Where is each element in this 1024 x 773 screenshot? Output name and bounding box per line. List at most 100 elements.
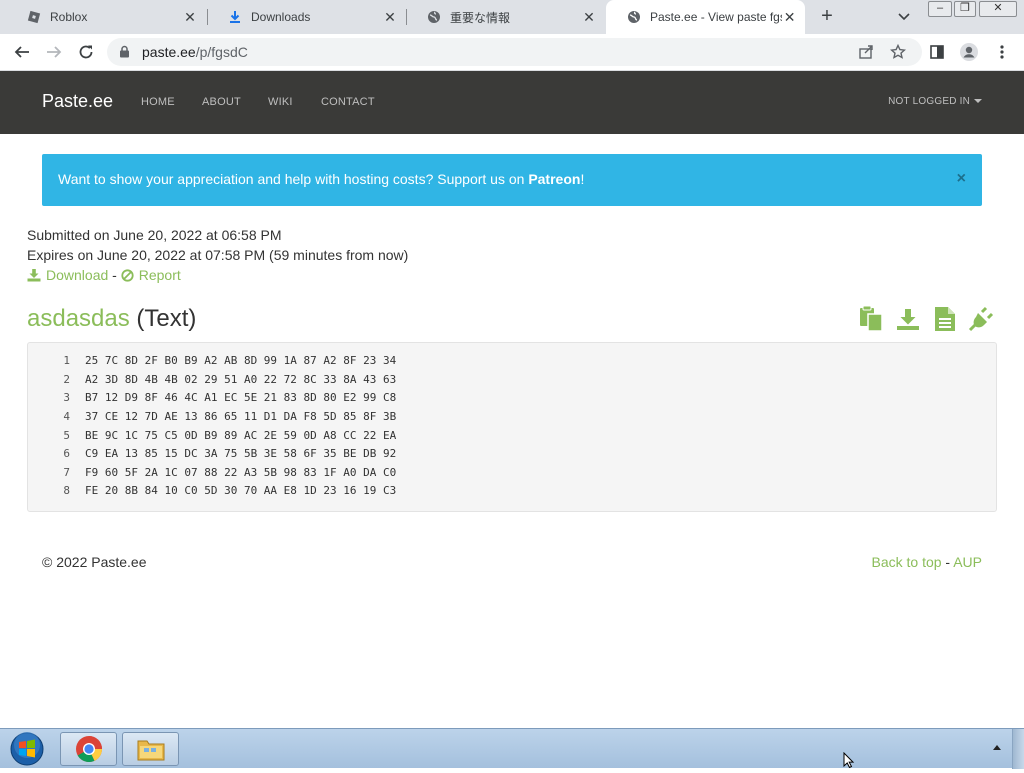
report-link[interactable]: Report [121,267,181,283]
patreon-alert: Want to show your appreciation and help … [42,154,982,206]
tray-expand-icon[interactable] [993,745,1001,750]
submitted-date: Submitted on June 20, 2022 at 06:58 PM [27,227,282,243]
url-path: /p/fgsdC [195,44,248,60]
line-text: 37 CE 12 7D AE 13 86 65 11 D1 DA F8 5D 8… [85,410,397,423]
taskbar-explorer-button[interactable] [122,732,179,766]
alert-suffix: ! [580,171,585,187]
footer-links: Back to top - AUP [871,554,982,570]
mouse-cursor-icon [843,751,855,773]
tab-title: 重要な情報 [450,10,511,25]
report-label: Report [138,267,181,283]
nav-wiki[interactable]: WIKI [268,96,293,108]
copyright-text: © 2022 Paste.ee [42,554,147,570]
site-navbar: Paste.ee HOME ABOUT WIKI CONTACT NOT LOG… [0,71,1024,134]
download-link[interactable]: Download [27,267,108,283]
alert-message: Want to show your appreciation and help … [58,171,584,187]
line-text: A2 3D 8D 4B 4B 02 29 51 A0 22 72 8C 33 8… [85,373,397,386]
tab-search-icon[interactable] [894,8,914,26]
patreon-link[interactable]: Patreon [528,171,580,187]
line-number: 6 [63,447,70,460]
close-tab-icon[interactable]: ✕ [382,9,398,25]
new-tab-button[interactable]: + [815,5,839,29]
line-number: 5 [63,429,70,442]
plug-icon[interactable] [968,305,994,333]
nav-home[interactable]: HOME [141,96,175,108]
nav-about[interactable]: ABOUT [202,96,241,108]
raw-file-icon[interactable] [932,305,958,333]
globe-icon [626,9,642,25]
paste-meta-links: Download - Report [27,267,181,283]
line-text: F9 60 5F 2A 1C 07 88 22 A3 5B 98 83 1F A… [85,466,397,479]
back-arrow-icon[interactable] [11,41,33,63]
start-button[interactable] [6,731,48,767]
back-to-top-link[interactable]: Back to top [871,554,941,570]
expires-date: Expires on June 20, 2022 at 07:58 PM (59… [27,247,409,263]
download-label: Download [46,267,109,283]
paste-code-block[interactable]: 1 25 7C 8D 2F B0 B9 A2 AB 8D 99 1A 87 A2 … [27,342,997,512]
taskbar-chrome-button[interactable] [60,732,117,766]
browser-menu-icon[interactable] [991,41,1013,63]
share-icon[interactable] [855,41,877,63]
alert-close-button[interactable]: × [957,171,966,187]
close-window-button[interactable]: ✕ [979,1,1017,17]
paste-type: (Text) [136,305,197,332]
chrome-icon [75,736,102,763]
roblox-icon [26,9,42,25]
nav-contact[interactable]: CONTACT [321,96,375,108]
aup-link[interactable]: AUP [953,554,982,570]
account-dropdown[interactable]: NOT LOGGED IN [888,96,982,107]
forward-arrow-icon[interactable] [43,41,65,63]
line-text: FE 20 8B 84 10 C0 5D 30 70 AA E8 1D 23 1… [85,484,397,497]
line-number: 8 [63,484,70,497]
minimize-window-button[interactable]: – [928,1,952,17]
line-text: C9 EA 13 85 15 DC 3A 75 5B 3E 58 6F 35 B… [85,447,397,460]
tab-downloads[interactable]: Downloads ✕ [207,0,406,34]
caret-down-icon [974,99,982,104]
browser-tab-strip: Roblox ✕ Downloads ✕ 重要な情報 ✕ Paste.ee - … [0,0,1024,34]
browser-toolbar: paste.ee/p/fgsdC [0,34,1024,71]
line-number: 3 [63,391,70,404]
line-number: 7 [63,466,70,479]
windows-logo-icon [10,732,44,766]
tab-title: Downloads [251,10,311,24]
download-icon [27,268,41,281]
copy-icon[interactable] [858,305,884,333]
folder-icon [137,740,164,761]
tab-roblox[interactable]: Roblox ✕ [6,0,206,34]
download-icon [227,9,243,25]
close-tab-icon[interactable]: ✕ [581,9,597,25]
line-number: 1 [63,354,70,367]
ban-icon [121,268,134,282]
close-tab-icon[interactable]: ✕ [782,9,797,25]
line-text: BE 9C 1C 75 C5 0D B9 89 AC 2E 59 0D A8 C… [85,429,397,442]
tab-important-info[interactable]: 重要な情報 ✕ [406,0,605,34]
tab-paste-ee[interactable]: Paste.ee - View paste fgsd ✕ [606,0,805,34]
url-text: paste.ee/p/fgsdC [142,44,248,60]
reload-icon[interactable] [75,41,97,63]
bookmark-star-icon[interactable] [887,41,909,63]
show-desktop-button[interactable] [1012,729,1024,769]
site-brand[interactable]: Paste.ee [42,91,113,112]
side-panel-icon[interactable] [926,41,948,63]
windows-taskbar [0,728,1024,769]
alert-text: Want to show your appreciation and help … [58,171,529,187]
download-raw-icon[interactable] [895,305,921,333]
close-tab-icon[interactable]: ✕ [182,9,198,25]
line-number: 2 [63,373,70,386]
restore-window-button[interactable]: ❐ [954,1,976,17]
meta-separator: - [108,267,121,283]
paste-name: asdasdas [27,305,130,332]
line-text: B7 12 D9 8F 46 4C A1 EC 5E 21 83 8D 80 E… [85,391,397,404]
lock-icon[interactable] [119,45,130,63]
footer-separator: - [941,554,954,570]
globe-icon [426,9,442,25]
tab-title: Roblox [50,10,88,24]
url-host: paste.ee [142,44,196,60]
line-text: 25 7C 8D 2F B0 B9 A2 AB 8D 99 1A 87 A2 8… [85,354,397,367]
address-bar[interactable]: paste.ee/p/fgsdC [107,38,922,66]
line-number: 4 [63,410,70,423]
tab-title: Paste.ee - View paste fgsd [650,10,783,24]
profile-avatar-icon[interactable] [958,41,980,63]
paste-title: asdasdas (Text) [27,305,196,333]
account-label: NOT LOGGED IN [888,96,970,107]
